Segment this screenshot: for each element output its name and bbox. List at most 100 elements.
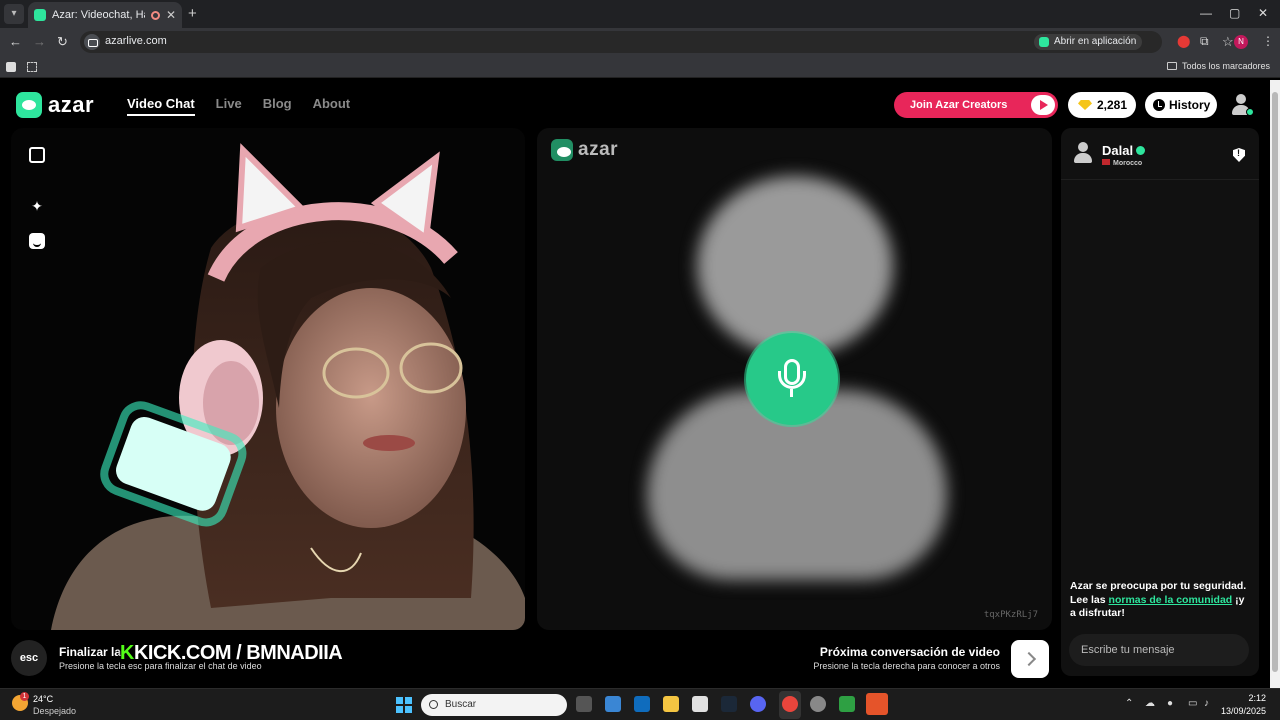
clock-date[interactable]: 13/09/2025 (1221, 706, 1266, 716)
clock-time[interactable]: 2:12 (1248, 693, 1266, 703)
windows-taskbar: 1 24°C Despejado Buscar ⌃ ☁ ● ▭ ♪ 2:12 1… (0, 688, 1280, 720)
microphone-tray-icon[interactable]: ● (1167, 698, 1173, 709)
gems-count: 2,281 (1097, 98, 1128, 112)
extension-icon[interactable]: ⬤ (1177, 34, 1190, 48)
play-icon (1031, 95, 1055, 115)
community-guidelines-link[interactable]: normas de la comunidad (1109, 594, 1233, 606)
effects-sparkle-icon[interactable]: ✦ (29, 198, 45, 214)
reload-button[interactable]: ↻ (57, 34, 68, 50)
mic-stem-shape (790, 389, 793, 397)
chrome-icon[interactable] (782, 696, 798, 712)
join-creators-button[interactable]: Join Azar Creators (894, 92, 1058, 118)
gems-balance-button[interactable]: 2,281 (1068, 92, 1136, 118)
history-label: History (1169, 98, 1211, 112)
new-tab-button[interactable]: + (188, 5, 197, 22)
bookmark-page-icon[interactable] (6, 62, 16, 72)
app-icon[interactable] (692, 696, 708, 712)
avatar-head-shape (1236, 94, 1246, 104)
back-button[interactable]: ← (9, 34, 22, 49)
open-in-app-button[interactable]: Abrir en aplicación (1034, 34, 1143, 50)
bookmark-star-icon[interactable]: ☆ (1222, 34, 1234, 50)
peer-country: Morocco (1102, 159, 1142, 167)
next-chat-title: Próxima conversación de video (819, 645, 1000, 659)
weather-temperature: 24°C (33, 694, 54, 704)
page-scrollbar[interactable] (1270, 80, 1280, 688)
peer-avatar-body-shape (1074, 153, 1092, 163)
folder-icon (1166, 62, 1177, 70)
volume-icon[interactable]: ♪ (1204, 698, 1209, 709)
mic-cup-shape (778, 371, 806, 389)
safety-notice: Azar se preocupa por tu seguridad. Lee l… (1070, 580, 1250, 621)
stream-overlay-text: KKICK.COM / BMNADIIA (120, 642, 343, 665)
nav-blog[interactable]: Blog (263, 96, 292, 116)
scrollbar-thumb[interactable] (1272, 92, 1278, 672)
verified-badge-icon (1136, 146, 1146, 155)
self-video: ✦ (11, 128, 525, 630)
blurred-avatar-head (697, 176, 893, 356)
next-chat-button[interactable] (1011, 640, 1049, 678)
site-info-icon[interactable] (84, 34, 100, 50)
profile-avatar[interactable]: N (1234, 35, 1248, 49)
discord-icon[interactable] (750, 696, 766, 712)
store-icon[interactable] (605, 696, 621, 712)
weather-condition: Despejado (33, 706, 77, 716)
nav-live[interactable]: Live (216, 96, 242, 116)
tab-search-button[interactable]: ▾ (4, 4, 24, 24)
user-avatar[interactable] (1228, 92, 1254, 118)
end-chat-title: Finalizar la (59, 645, 122, 659)
browser-menu-icon[interactable]: ⋮ (1262, 34, 1274, 48)
history-button[interactable]: History (1145, 92, 1217, 118)
nav-video-chat[interactable]: Video Chat (127, 96, 195, 116)
steam-icon[interactable] (721, 696, 737, 712)
browser-tab[interactable]: Azar: Videochat, Haz nuevos amigos ✕ (28, 2, 182, 28)
browser-tab-bar: ▾ Azar: Videochat, Haz nuevos amigos ✕ +… (0, 0, 1280, 28)
gem-icon (1078, 100, 1092, 110)
azar-logo-icon (16, 92, 42, 118)
peer-video: azar tqxPKzRLj7 (537, 128, 1052, 630)
collapse-video-icon[interactable] (29, 147, 45, 163)
forward-button[interactable]: → (33, 34, 46, 49)
weather-alert-badge: 1 (20, 692, 29, 701)
chat-message-input[interactable] (1069, 634, 1249, 666)
nav-about[interactable]: About (313, 96, 351, 116)
azar-logo[interactable]: azar (16, 92, 94, 118)
maximize-button[interactable]: ▢ (1229, 6, 1240, 20)
peer-video-watermark: azar (551, 139, 618, 161)
onedrive-icon[interactable]: ☁ (1145, 698, 1155, 709)
file-explorer-icon[interactable] (663, 696, 679, 712)
media-icon[interactable] (839, 696, 855, 712)
address-bar[interactable]: azarlive.com Abrir en aplicación ☆ (80, 31, 1234, 53)
app-icon-2[interactable] (810, 696, 826, 712)
face-filter-icon[interactable] (29, 233, 45, 249)
browser-toolbar: ← → ↻ azarlive.com Abrir en aplicación ☆… (0, 28, 1280, 56)
peer-country-text: Morocco (1113, 160, 1143, 167)
clock-icon (1153, 99, 1165, 111)
azar-page: azar Video Chat Live Blog About Join Aza… (0, 80, 1270, 688)
close-tab-icon[interactable]: ✕ (166, 8, 176, 22)
display-icon[interactable]: ▭ (1188, 698, 1197, 709)
taskbar-search[interactable]: Buscar (421, 694, 567, 716)
peer-avatar-head-shape (1078, 142, 1088, 152)
outlook-icon[interactable] (634, 696, 650, 712)
minimize-button[interactable]: — (1200, 6, 1212, 20)
apps-grid-icon[interactable] (27, 62, 37, 72)
morocco-flag-icon (1102, 159, 1110, 165)
app-icon-3[interactable] (866, 693, 888, 715)
next-chat-hint: Presione la tecla derecha para conocer a… (813, 661, 1000, 671)
session-id: tqxPKzRLj7 (983, 610, 1038, 620)
start-tile (405, 706, 412, 713)
bookmarks-bar: Todos los marcadores (0, 56, 1280, 78)
peer-name-text: Dalal (1102, 143, 1134, 158)
azar-favicon-icon (34, 9, 46, 21)
close-window-button[interactable]: ✕ (1258, 6, 1268, 20)
extensions-puzzle-icon[interactable]: ⧉ (1200, 34, 1209, 49)
all-bookmarks-button[interactable]: Todos los marcadores (1166, 61, 1270, 71)
show-hidden-icons[interactable]: ⌃ (1125, 698, 1133, 709)
start-menu-icon[interactable] (396, 697, 412, 713)
peer-avatar[interactable] (1073, 142, 1093, 164)
report-shield-icon[interactable] (1233, 148, 1245, 162)
start-tile (405, 697, 412, 704)
end-chat-esc-button[interactable]: esc (11, 640, 47, 676)
voice-only-mic-button[interactable] (746, 333, 838, 425)
task-view-icon[interactable] (576, 696, 592, 712)
